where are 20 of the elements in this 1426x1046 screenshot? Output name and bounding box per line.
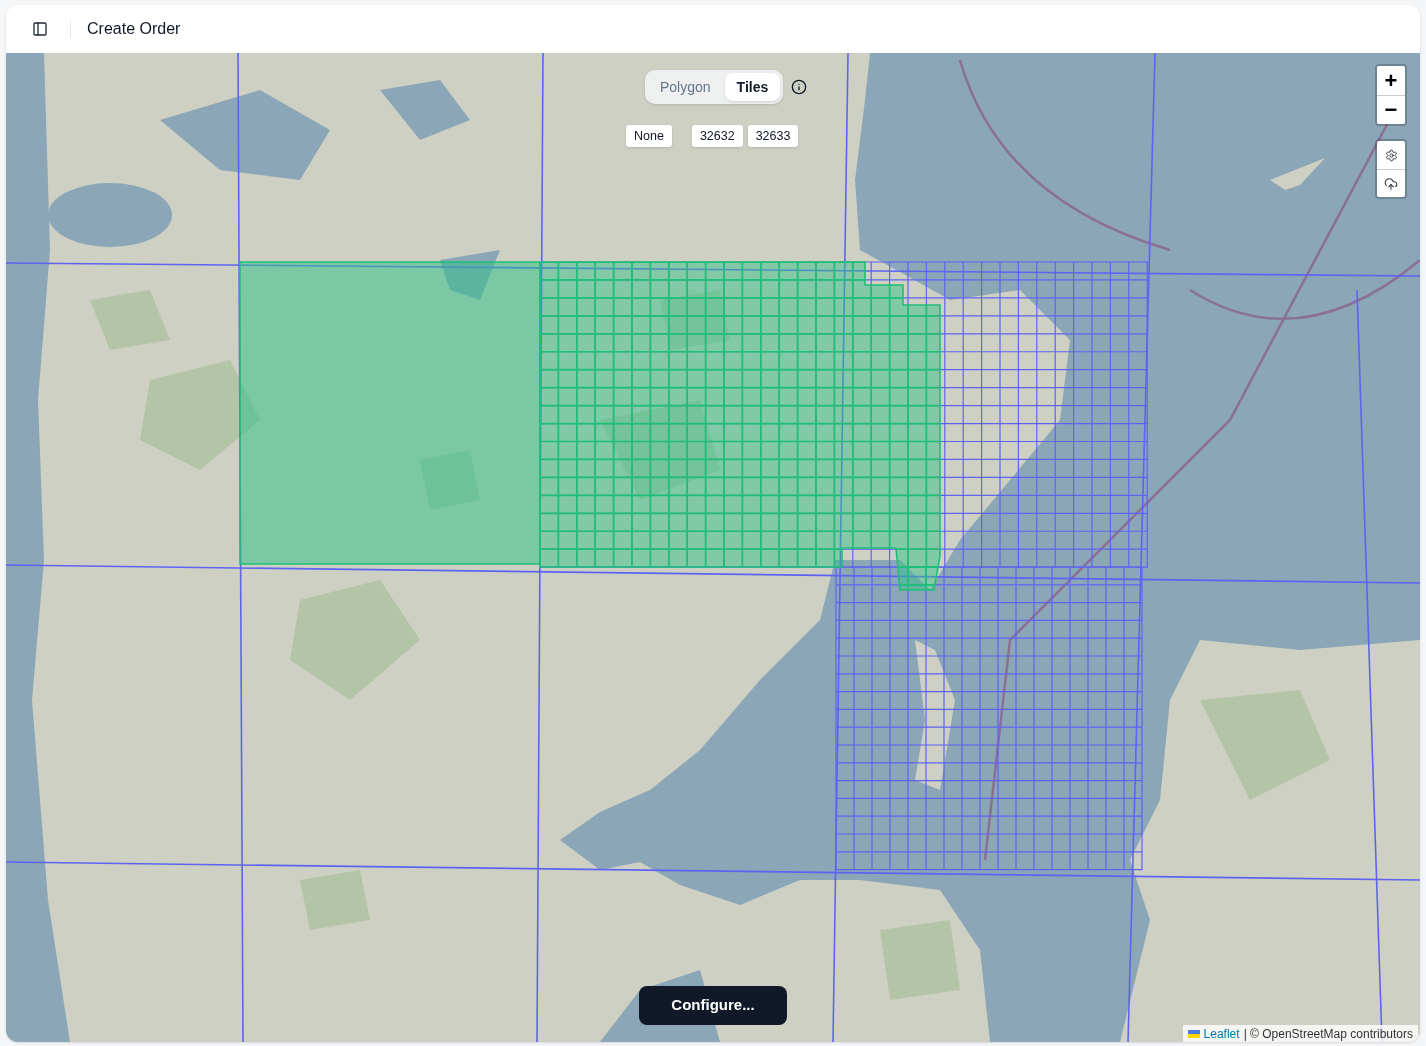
leaflet-link[interactable]: Leaflet bbox=[1203, 1024, 1240, 1042]
flag-icon bbox=[1187, 1029, 1200, 1038]
info-button[interactable] bbox=[791, 79, 807, 95]
zoom-out-button[interactable]: − bbox=[1377, 95, 1405, 124]
attribution-text: | © OpenStreetMap contributors bbox=[1243, 1025, 1413, 1042]
projection-button[interactable]: 32633 bbox=[747, 125, 799, 147]
sidebar-toggle-button[interactable] bbox=[30, 19, 50, 39]
projection-button[interactable]: None bbox=[626, 125, 672, 147]
configure-button[interactable]: Configure... bbox=[639, 986, 787, 1025]
cloud-upload-icon bbox=[1384, 176, 1398, 191]
sidebar-icon bbox=[32, 21, 48, 37]
settings-button[interactable] bbox=[1377, 141, 1405, 169]
upload-button[interactable] bbox=[1377, 169, 1405, 197]
settings-icon bbox=[1384, 148, 1398, 162]
mode-tab[interactable]: Polygon bbox=[648, 73, 723, 101]
projection-button[interactable]: 32632 bbox=[691, 125, 743, 147]
mode-tab[interactable]: Tiles bbox=[724, 73, 781, 101]
zoom-in-button[interactable]: + bbox=[1377, 66, 1405, 95]
page-title: Create Order bbox=[87, 19, 181, 39]
info-icon bbox=[791, 79, 807, 95]
